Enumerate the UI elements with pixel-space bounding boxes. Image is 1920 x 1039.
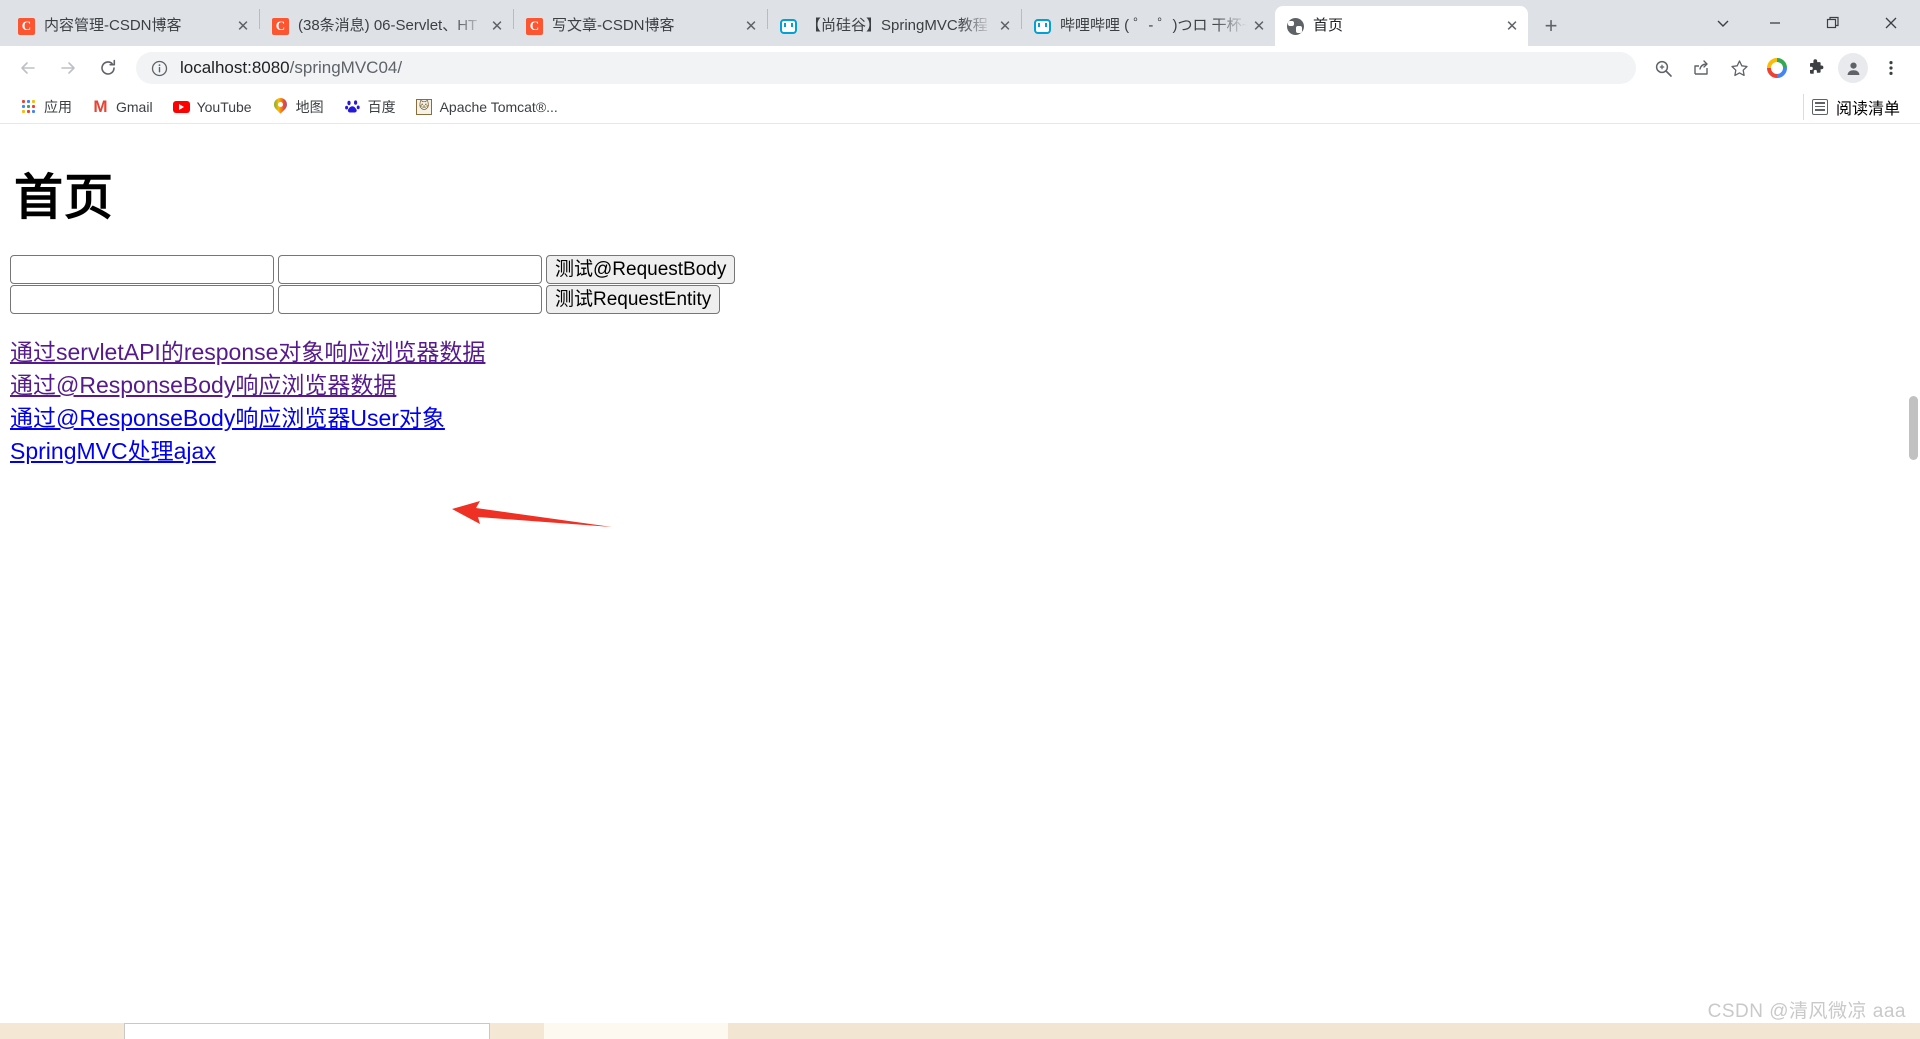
- browser-window: C 内容管理-CSDN博客 ✕ C (38条消息) 06-Servlet、HT …: [0, 0, 1920, 1039]
- link-servlet-api-response[interactable]: 通过servletAPI的response对象响应浏览器数据: [10, 336, 485, 369]
- request-body-input-2[interactable]: [278, 255, 542, 284]
- baidu-icon: [344, 98, 361, 115]
- tab-close-icon[interactable]: ✕: [993, 14, 1017, 38]
- browser-tab-5[interactable]: 哔哩哔哩 ( ゜- ゜)つロ 干杯~ ✕: [1022, 6, 1275, 46]
- link-responsebody-user-object[interactable]: 通过@ResponseBody响应浏览器User对象: [10, 402, 445, 435]
- tab-title: 内容管理-CSDN博客: [44, 17, 182, 34]
- csdn-watermark: CSDN @清风微凉 aaa: [1707, 1001, 1906, 1022]
- bookmark-label: Apache Tomcat®...: [439, 98, 558, 115]
- browser-toolbar: localhost:8080/springMVC04/: [0, 46, 1920, 90]
- browser-tab-6-active[interactable]: 首页 ✕: [1275, 6, 1528, 46]
- page-viewport: 首页 测试@RequestBody 测试RequestEntity 通过serv…: [0, 124, 1920, 1039]
- url-host: localhost:8080: [180, 58, 290, 77]
- back-button[interactable]: [10, 50, 46, 86]
- tab-close-icon[interactable]: ✕: [485, 14, 509, 38]
- scrollbar-thumb[interactable]: [1909, 396, 1918, 460]
- three-dot-menu-icon[interactable]: [1874, 51, 1908, 85]
- test-request-entity-button[interactable]: 测试RequestEntity: [546, 285, 721, 314]
- bookmark-label: Gmail: [116, 98, 153, 115]
- tab-close-icon[interactable]: ✕: [739, 14, 763, 38]
- browser-tab-2[interactable]: C (38条消息) 06-Servlet、HT ✕: [260, 6, 513, 46]
- forward-button[interactable]: [50, 50, 86, 86]
- strip-segment: [544, 1023, 728, 1039]
- strip-segment: [490, 1023, 544, 1039]
- tab-title: 首页: [1313, 17, 1344, 34]
- csdn-icon: C: [18, 17, 35, 35]
- maps-pin-icon: [272, 98, 289, 115]
- tab-strip: C 内容管理-CSDN博客 ✕ C (38条消息) 06-Servlet、HT …: [0, 0, 1920, 46]
- reading-list-label: 阅读清单: [1835, 100, 1900, 118]
- window-controls: [1700, 0, 1920, 46]
- apps-grid-icon: [20, 98, 37, 115]
- tab-close-icon[interactable]: ✕: [1500, 14, 1524, 38]
- bookmark-gmail[interactable]: M Gmail: [84, 94, 161, 120]
- page-scrollbar[interactable]: [1905, 124, 1920, 1039]
- browser-tab-4[interactable]: 【尚硅谷】SpringMVC教程 ✕: [768, 6, 1021, 46]
- tab-search-chevron-down-icon[interactable]: [1700, 0, 1746, 46]
- page-title: 首页: [14, 171, 115, 225]
- request-entity-input-1[interactable]: [10, 285, 274, 314]
- tab-title: (38条消息) 06-Servlet、HT: [298, 17, 478, 34]
- csdn-icon: C: [272, 17, 289, 35]
- bookmark-baidu[interactable]: 百度: [336, 94, 404, 120]
- web-page-content: 首页 测试@RequestBody 测试RequestEntity 通过serv…: [0, 124, 1920, 468]
- bookmark-label: 地图: [295, 98, 324, 115]
- reading-list-button[interactable]: 阅读清单: [1802, 93, 1908, 120]
- star-bookmark-icon[interactable]: [1722, 51, 1756, 85]
- reload-button[interactable]: [90, 50, 126, 86]
- request-body-input-1[interactable]: [10, 255, 274, 284]
- bookmarks-bar: 应用 M Gmail YouTube 地图 百度 🐱 Apache Tomcat…: [0, 90, 1920, 124]
- request-entity-form: 测试RequestEntity: [10, 285, 1910, 314]
- share-icon[interactable]: [1684, 51, 1718, 85]
- gmail-icon: M: [93, 97, 108, 116]
- zoom-search-icon[interactable]: [1646, 51, 1680, 85]
- tab-close-icon[interactable]: ✕: [1247, 14, 1271, 38]
- close-window-button[interactable]: [1862, 0, 1920, 46]
- tab-title: 哔哩哔哩 ( ゜- ゜)つロ 干杯~: [1060, 17, 1247, 34]
- tab-close-icon[interactable]: ✕: [231, 14, 255, 38]
- browser-tab-3[interactable]: C 写文章-CSDN博客 ✕: [514, 6, 767, 46]
- red-arrow-annotation: [452, 500, 612, 532]
- new-tab-button[interactable]: +: [1534, 9, 1568, 43]
- tomcat-icon: 🐱: [416, 98, 433, 115]
- page-links-list: 通过servletAPI的response对象响应浏览器数据 通过@Respon…: [10, 336, 1910, 468]
- url-path: /springMVC04/: [289, 58, 403, 77]
- site-info-icon[interactable]: [150, 59, 168, 77]
- google-color-icon[interactable]: [1760, 51, 1794, 85]
- bookmark-label: 应用: [44, 98, 72, 115]
- bookmark-apps[interactable]: 应用: [12, 94, 80, 120]
- strip-segment: [728, 1023, 1920, 1039]
- bookmark-label: YouTube: [196, 98, 252, 115]
- request-body-form: 测试@RequestBody: [10, 255, 1910, 284]
- bookmark-label: 百度: [367, 98, 396, 115]
- tab-title: 【尚硅谷】SpringMVC教程: [806, 17, 988, 34]
- link-springmvc-ajax[interactable]: SpringMVC处理ajax: [10, 435, 216, 468]
- profile-avatar-icon[interactable]: [1838, 53, 1868, 83]
- url-text: localhost:8080/springMVC04/: [180, 58, 402, 78]
- link-responsebody-data[interactable]: 通过@ResponseBody响应浏览器数据: [10, 369, 396, 402]
- bookmark-youtube[interactable]: YouTube: [165, 94, 260, 120]
- bookmark-apache-tomcat[interactable]: 🐱 Apache Tomcat®...: [408, 94, 566, 120]
- request-entity-input-2[interactable]: [278, 285, 542, 314]
- address-bar[interactable]: localhost:8080/springMVC04/: [136, 52, 1636, 84]
- background-window-strip: [0, 1023, 1920, 1039]
- csdn-icon: C: [526, 17, 543, 35]
- test-request-body-button[interactable]: 测试@RequestBody: [546, 255, 736, 284]
- strip-segment: [0, 1023, 124, 1039]
- youtube-icon: [172, 98, 190, 115]
- bilibili-icon: [780, 18, 797, 35]
- puzzle-extensions-icon[interactable]: [1798, 51, 1832, 85]
- strip-segment: [124, 1023, 490, 1039]
- tab-title: 写文章-CSDN博客: [552, 17, 675, 34]
- globe-icon: [1287, 17, 1304, 35]
- reading-list-icon: [1811, 98, 1828, 115]
- bilibili-icon: [1034, 18, 1051, 35]
- bookmark-maps[interactable]: 地图: [264, 94, 332, 120]
- maximize-button[interactable]: [1804, 0, 1862, 46]
- browser-tab-1[interactable]: C 内容管理-CSDN博客 ✕: [6, 6, 259, 46]
- minimize-button[interactable]: [1746, 0, 1804, 46]
